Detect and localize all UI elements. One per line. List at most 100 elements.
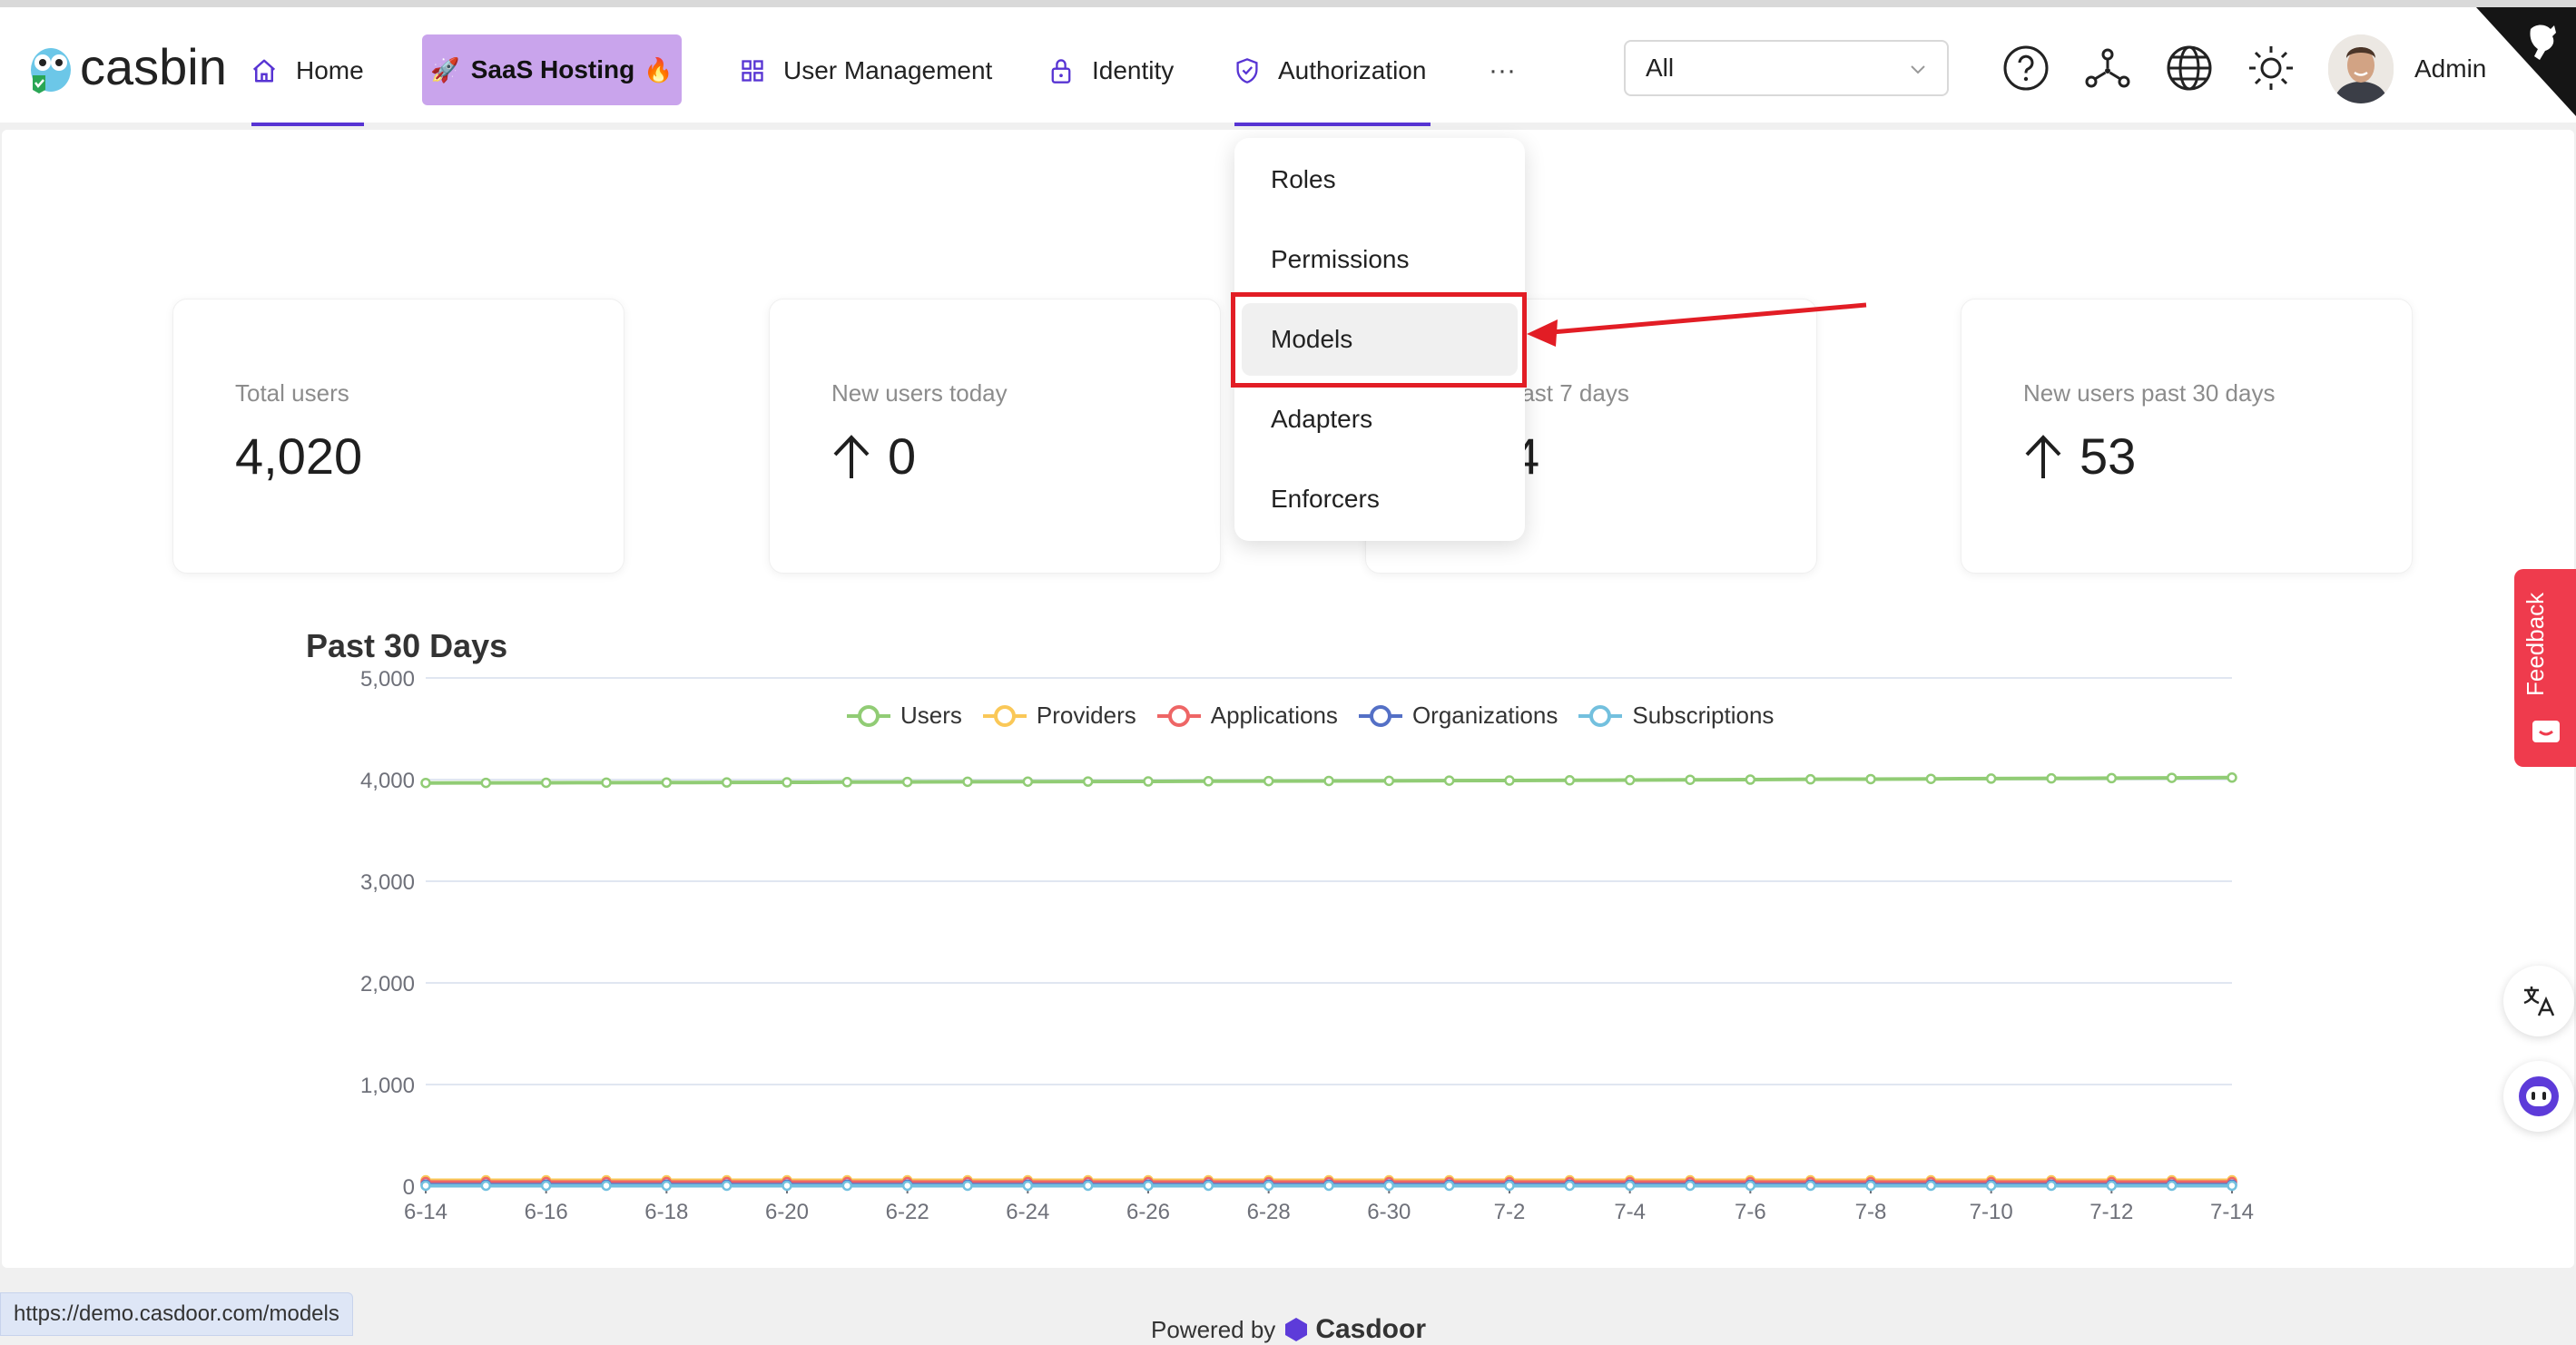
series-point-subscriptions xyxy=(1865,1180,1876,1192)
menu-item-roles[interactable]: Roles xyxy=(1242,143,1518,216)
series-point-users xyxy=(1143,776,1154,787)
series-point-subscriptions xyxy=(2106,1180,2118,1192)
x-tick-label: 7-2 xyxy=(1494,1200,1526,1224)
status-bar-url: https://demo.casdoor.com/models xyxy=(0,1292,353,1336)
chat-icon xyxy=(2532,721,2560,742)
series-point-subscriptions xyxy=(782,1180,792,1192)
fire-icon: 🔥 xyxy=(644,55,673,83)
series-point-users xyxy=(2046,772,2057,784)
sun-icon[interactable] xyxy=(2247,44,2296,93)
saas-hosting-label: SaaS Hosting xyxy=(470,55,635,83)
series-point-users xyxy=(480,777,492,789)
nav-identity[interactable]: Identity xyxy=(1048,34,1174,107)
robot-icon xyxy=(2519,1076,2559,1116)
powered-by: Powered by Casdoor xyxy=(1151,1314,1426,1345)
series-point-users xyxy=(1865,773,1876,785)
models-highlight-box xyxy=(1231,292,1527,388)
help-icon[interactable] xyxy=(2001,44,2050,93)
x-tick-label: 7-6 xyxy=(1735,1200,1766,1224)
nav-authorization[interactable]: Authorization xyxy=(1234,34,1426,107)
series-point-subscriptions xyxy=(1685,1180,1696,1192)
saas-hosting-button[interactable]: 🚀 SaaS Hosting 🔥 xyxy=(422,34,682,105)
feedback-button[interactable]: Feedback xyxy=(2514,569,2576,767)
x-tick-label: 6-26 xyxy=(1126,1200,1170,1224)
series-point-users xyxy=(1985,773,1997,784)
nav-home-label: Home xyxy=(296,56,364,84)
nav-user-management[interactable]: User Management xyxy=(740,34,992,107)
nav-home[interactable]: Home xyxy=(251,34,364,107)
nav-authorization-underline xyxy=(1234,123,1431,126)
nav-identity-label: Identity xyxy=(1092,56,1175,84)
series-point-users xyxy=(1203,776,1214,787)
menu-item-permissions[interactable]: Permissions xyxy=(1242,223,1518,296)
translate-button[interactable] xyxy=(2503,966,2574,1036)
series-point-subscriptions xyxy=(1263,1180,1274,1192)
series-point-subscriptions xyxy=(480,1180,492,1192)
series-point-subscriptions xyxy=(721,1180,732,1192)
globe-icon[interactable] xyxy=(2165,44,2214,93)
series-point-subscriptions xyxy=(1022,1180,1034,1192)
menu-item-adapters[interactable]: Adapters xyxy=(1242,383,1518,456)
y-tick-label: 5,000 xyxy=(360,667,415,692)
series-point-subscriptions xyxy=(901,1180,913,1192)
network-icon[interactable] xyxy=(2083,44,2132,93)
ellipsis-icon: ··· xyxy=(1489,55,1516,85)
x-tick-label: 7-14 xyxy=(2210,1200,2254,1224)
series-point-subscriptions xyxy=(1925,1180,1937,1192)
github-corner-icon[interactable] xyxy=(2476,7,2576,116)
nav-user-management-label: User Management xyxy=(783,56,993,84)
series-point-subscriptions xyxy=(601,1180,612,1192)
series-point-subscriptions xyxy=(1804,1180,1816,1192)
home-icon xyxy=(252,59,276,83)
powered-by-brand[interactable]: Casdoor xyxy=(1315,1314,1426,1345)
translate-icon xyxy=(2523,987,2555,1016)
organization-select-value: All xyxy=(1646,54,1675,82)
x-tick-label: 6-18 xyxy=(644,1200,688,1224)
series-point-subscriptions xyxy=(962,1180,973,1192)
x-tick-label: 6-30 xyxy=(1367,1200,1411,1224)
series-point-subscriptions xyxy=(1082,1180,1094,1192)
series-point-subscriptions xyxy=(1745,1180,1756,1192)
series-point-users xyxy=(661,777,673,788)
feedback-label: Feedback xyxy=(2522,592,2549,696)
chatbot-button[interactable] xyxy=(2503,1061,2574,1132)
nav-home-underline xyxy=(251,123,364,126)
series-point-subscriptions xyxy=(841,1180,853,1192)
logo-text: casbin xyxy=(80,37,227,95)
rocket-icon: 🚀 xyxy=(430,55,460,83)
x-tick-label: 6-16 xyxy=(525,1200,568,1224)
chevron-down-icon xyxy=(1911,65,1925,74)
x-tick-label: 7-10 xyxy=(1970,1200,2013,1224)
series-point-subscriptions xyxy=(420,1180,431,1192)
series-point-subscriptions xyxy=(2166,1180,2178,1192)
series-point-subscriptions xyxy=(1985,1180,1997,1192)
lock-icon xyxy=(1051,59,1071,83)
series-point-users xyxy=(2166,772,2178,783)
x-tick-label: 7-4 xyxy=(1614,1200,1646,1224)
organization-select[interactable]: All xyxy=(1624,40,1949,96)
menu-item-enforcers[interactable]: Enforcers xyxy=(1242,463,1518,535)
series-point-users xyxy=(1504,775,1515,786)
series-point-users xyxy=(1082,776,1094,787)
series-point-users xyxy=(721,777,732,788)
casbin-logo[interactable]: casbin xyxy=(27,34,227,98)
series-point-users xyxy=(1022,776,1034,787)
series-point-users xyxy=(782,777,792,788)
grid-icon xyxy=(742,60,763,82)
series-point-users xyxy=(2106,772,2118,784)
nav-authorization-label: Authorization xyxy=(1278,56,1427,84)
series-point-subscriptions xyxy=(661,1180,673,1192)
series-point-users xyxy=(1323,775,1334,787)
x-tick-label: 7-12 xyxy=(2089,1200,2133,1224)
user-photo-icon xyxy=(2328,34,2394,103)
series-point-users xyxy=(841,777,853,788)
y-tick-label: 4,000 xyxy=(360,769,415,793)
nav-more-button[interactable]: ··· xyxy=(1489,34,1516,107)
series-point-users xyxy=(901,776,913,788)
avatar[interactable] xyxy=(2328,34,2394,103)
series-point-subscriptions xyxy=(1624,1180,1636,1192)
x-tick-label: 6-22 xyxy=(886,1200,929,1224)
series-point-users xyxy=(1383,775,1395,787)
series-point-users xyxy=(1443,775,1455,786)
series-point-subscriptions xyxy=(540,1180,552,1192)
